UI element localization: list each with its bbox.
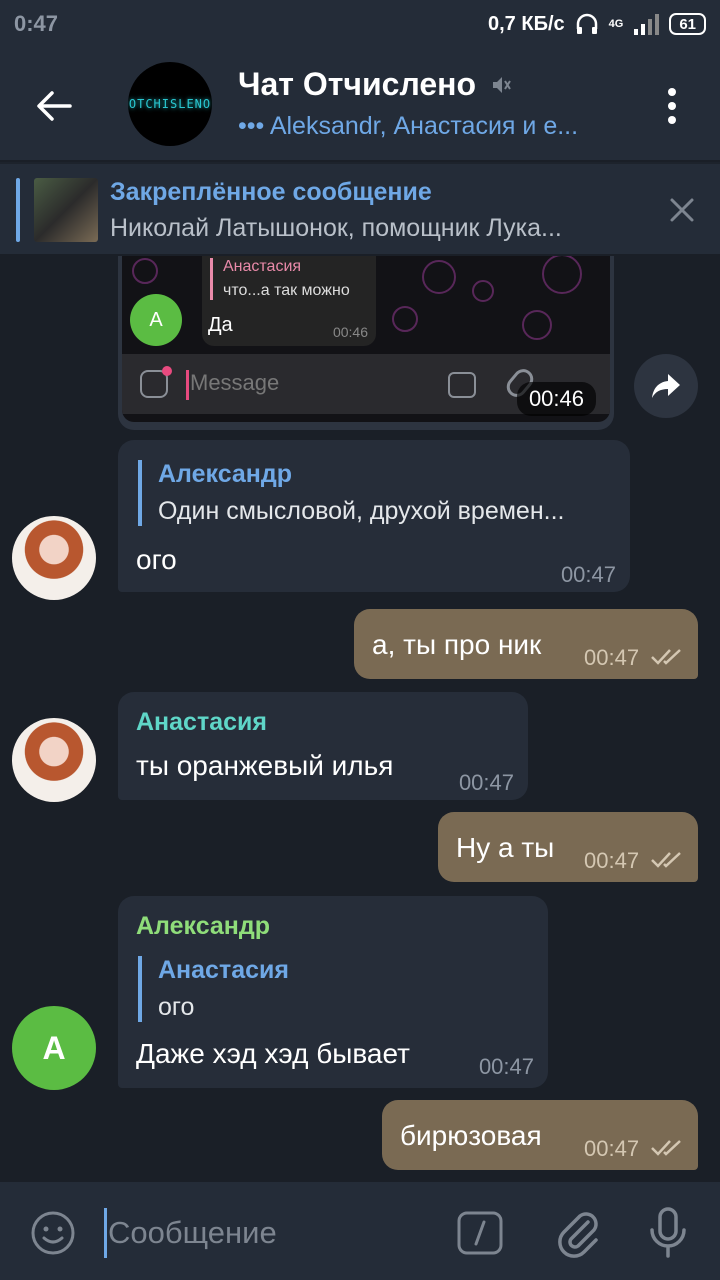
menu-dot-icon: [668, 116, 676, 124]
menu-dot-icon: [668, 102, 676, 110]
sender-name[interactable]: Александр: [136, 912, 270, 941]
pinned-message[interactable]: Закреплённое сообщение Николай Латышонок…: [0, 162, 720, 254]
message-bubble[interactable]: Анастасия ты оранжевый илья 00:47: [118, 692, 528, 800]
command-icon: [448, 372, 476, 398]
message-bubble[interactable]: Александр Анастасия ого Даже хэд хэд быв…: [118, 896, 548, 1088]
chat-title[interactable]: Чат Отчислено: [238, 66, 512, 103]
read-ticks-icon: [651, 1140, 681, 1156]
reply-text: Один смысловой, друхой времен...: [158, 497, 565, 525]
message-input-bar: [0, 1182, 720, 1280]
message-text: а, ты про ник: [372, 629, 542, 660]
embedded-avatar: A: [130, 294, 182, 346]
message-text: ого: [136, 544, 177, 575]
image-message[interactable]: Анастасия что...а так можно Да 00:46 A M…: [118, 256, 614, 430]
menu-dot-icon: [668, 88, 676, 96]
message-bubble[interactable]: бирюзовая 00:47: [382, 1100, 698, 1170]
text-cursor: [104, 1208, 107, 1258]
network-type: 4G: [608, 18, 624, 30]
doodle-pattern: [472, 280, 494, 302]
doodle-pattern: [422, 260, 456, 294]
message-list[interactable]: Анастасия что...а так можно Да 00:46 A M…: [0, 256, 720, 1182]
share-arrow-icon: [652, 374, 680, 398]
message-time: 00:47: [584, 848, 640, 873]
reply-quote[interactable]: Александр Один смысловой, друхой времен.…: [138, 460, 608, 526]
embedded-reply: Анастасия что...а так можно: [210, 258, 350, 300]
sender-name[interactable]: Анастасия: [136, 708, 267, 737]
message-time: 00:47: [584, 1136, 640, 1161]
pinned-indicator: [16, 178, 20, 242]
bot-command-icon[interactable]: [456, 1210, 504, 1256]
embedded-time: 00:46: [332, 324, 368, 340]
notification-dot-icon: [162, 366, 172, 376]
message-time: 00:47: [478, 1054, 534, 1079]
back-button[interactable]: [26, 78, 82, 134]
message-text: бирюзовая: [400, 1120, 542, 1151]
embedded-cursor: [186, 370, 189, 400]
reply-quote[interactable]: Анастасия ого: [138, 956, 518, 1022]
chat-title-text: Чат Отчислено: [238, 66, 477, 102]
embedded-placeholder: Message: [190, 370, 280, 395]
doodle-pattern: [522, 310, 552, 340]
read-ticks-icon: [651, 852, 681, 868]
battery-indicator: 61: [669, 13, 706, 35]
message-text: Даже хэд хэд бывает: [136, 1038, 410, 1069]
close-icon[interactable]: [662, 190, 702, 230]
status-icons: 0,7 КБ/с 4G 61: [488, 13, 706, 36]
image-time: 00:46: [516, 382, 596, 416]
embedded-message: Да: [208, 314, 233, 336]
status-time: 0:47: [14, 11, 59, 36]
typing-status: ••• Aleksandr, Анастасия и е...: [238, 112, 579, 140]
embedded-reply-text: что...а так можно: [223, 282, 350, 299]
arrow-left-icon: [37, 91, 72, 121]
message-time: 00:47: [560, 562, 616, 587]
pinned-thumbnail: [34, 178, 98, 242]
avatar[interactable]: [12, 516, 96, 600]
microphone-icon[interactable]: [646, 1206, 690, 1260]
reply-text: ого: [158, 993, 195, 1021]
network-speed: 0,7 КБ/с: [488, 12, 565, 35]
signal-icon: [634, 14, 660, 35]
chat-header: OTCHISLENO Чат Отчислено ••• Aleksandr, …: [0, 48, 720, 160]
message-bubble[interactable]: Александр Один смысловой, друхой времен.…: [118, 440, 630, 592]
reply-author: Анастасия: [158, 956, 289, 984]
pinned-title: Закреплённое сообщение: [110, 178, 432, 206]
message-bubble[interactable]: а, ты про ник 00:47: [354, 609, 698, 679]
read-ticks-icon: [651, 649, 681, 665]
attach-icon[interactable]: [554, 1206, 602, 1258]
reply-author: Александр: [158, 460, 293, 488]
embedded-bubble: Анастасия что...а так можно Да 00:46: [202, 256, 376, 346]
message-time: 00:47: [458, 770, 514, 795]
share-button[interactable]: [634, 354, 698, 418]
message-bubble[interactable]: Ну а ты 00:47: [438, 812, 698, 882]
pinned-text: Николай Латышонок, помощник Лука...: [110, 214, 562, 242]
emoji-icon[interactable]: [30, 1210, 76, 1256]
message-text: ты оранжевый илья: [136, 750, 394, 781]
doodle-pattern: [542, 256, 582, 294]
chat-avatar-logo: OTCHISLENO: [128, 97, 212, 111]
message-time: 00:47: [584, 645, 640, 670]
more-menu-button[interactable]: [652, 76, 692, 136]
status-bar: 0:47 0,7 КБ/с 4G 61: [0, 0, 720, 48]
doodle-pattern: [132, 258, 158, 284]
chat-avatar[interactable]: OTCHISLENO: [128, 62, 212, 146]
message-text: Ну а ты: [456, 832, 555, 863]
embedded-reply-name: Анастасия: [223, 258, 302, 275]
doodle-pattern: [392, 306, 418, 332]
muted-icon: [493, 76, 511, 93]
message-input[interactable]: [108, 1208, 438, 1258]
avatar[interactable]: A: [12, 1006, 96, 1090]
avatar[interactable]: [12, 718, 96, 802]
headphones-icon: [576, 13, 597, 34]
